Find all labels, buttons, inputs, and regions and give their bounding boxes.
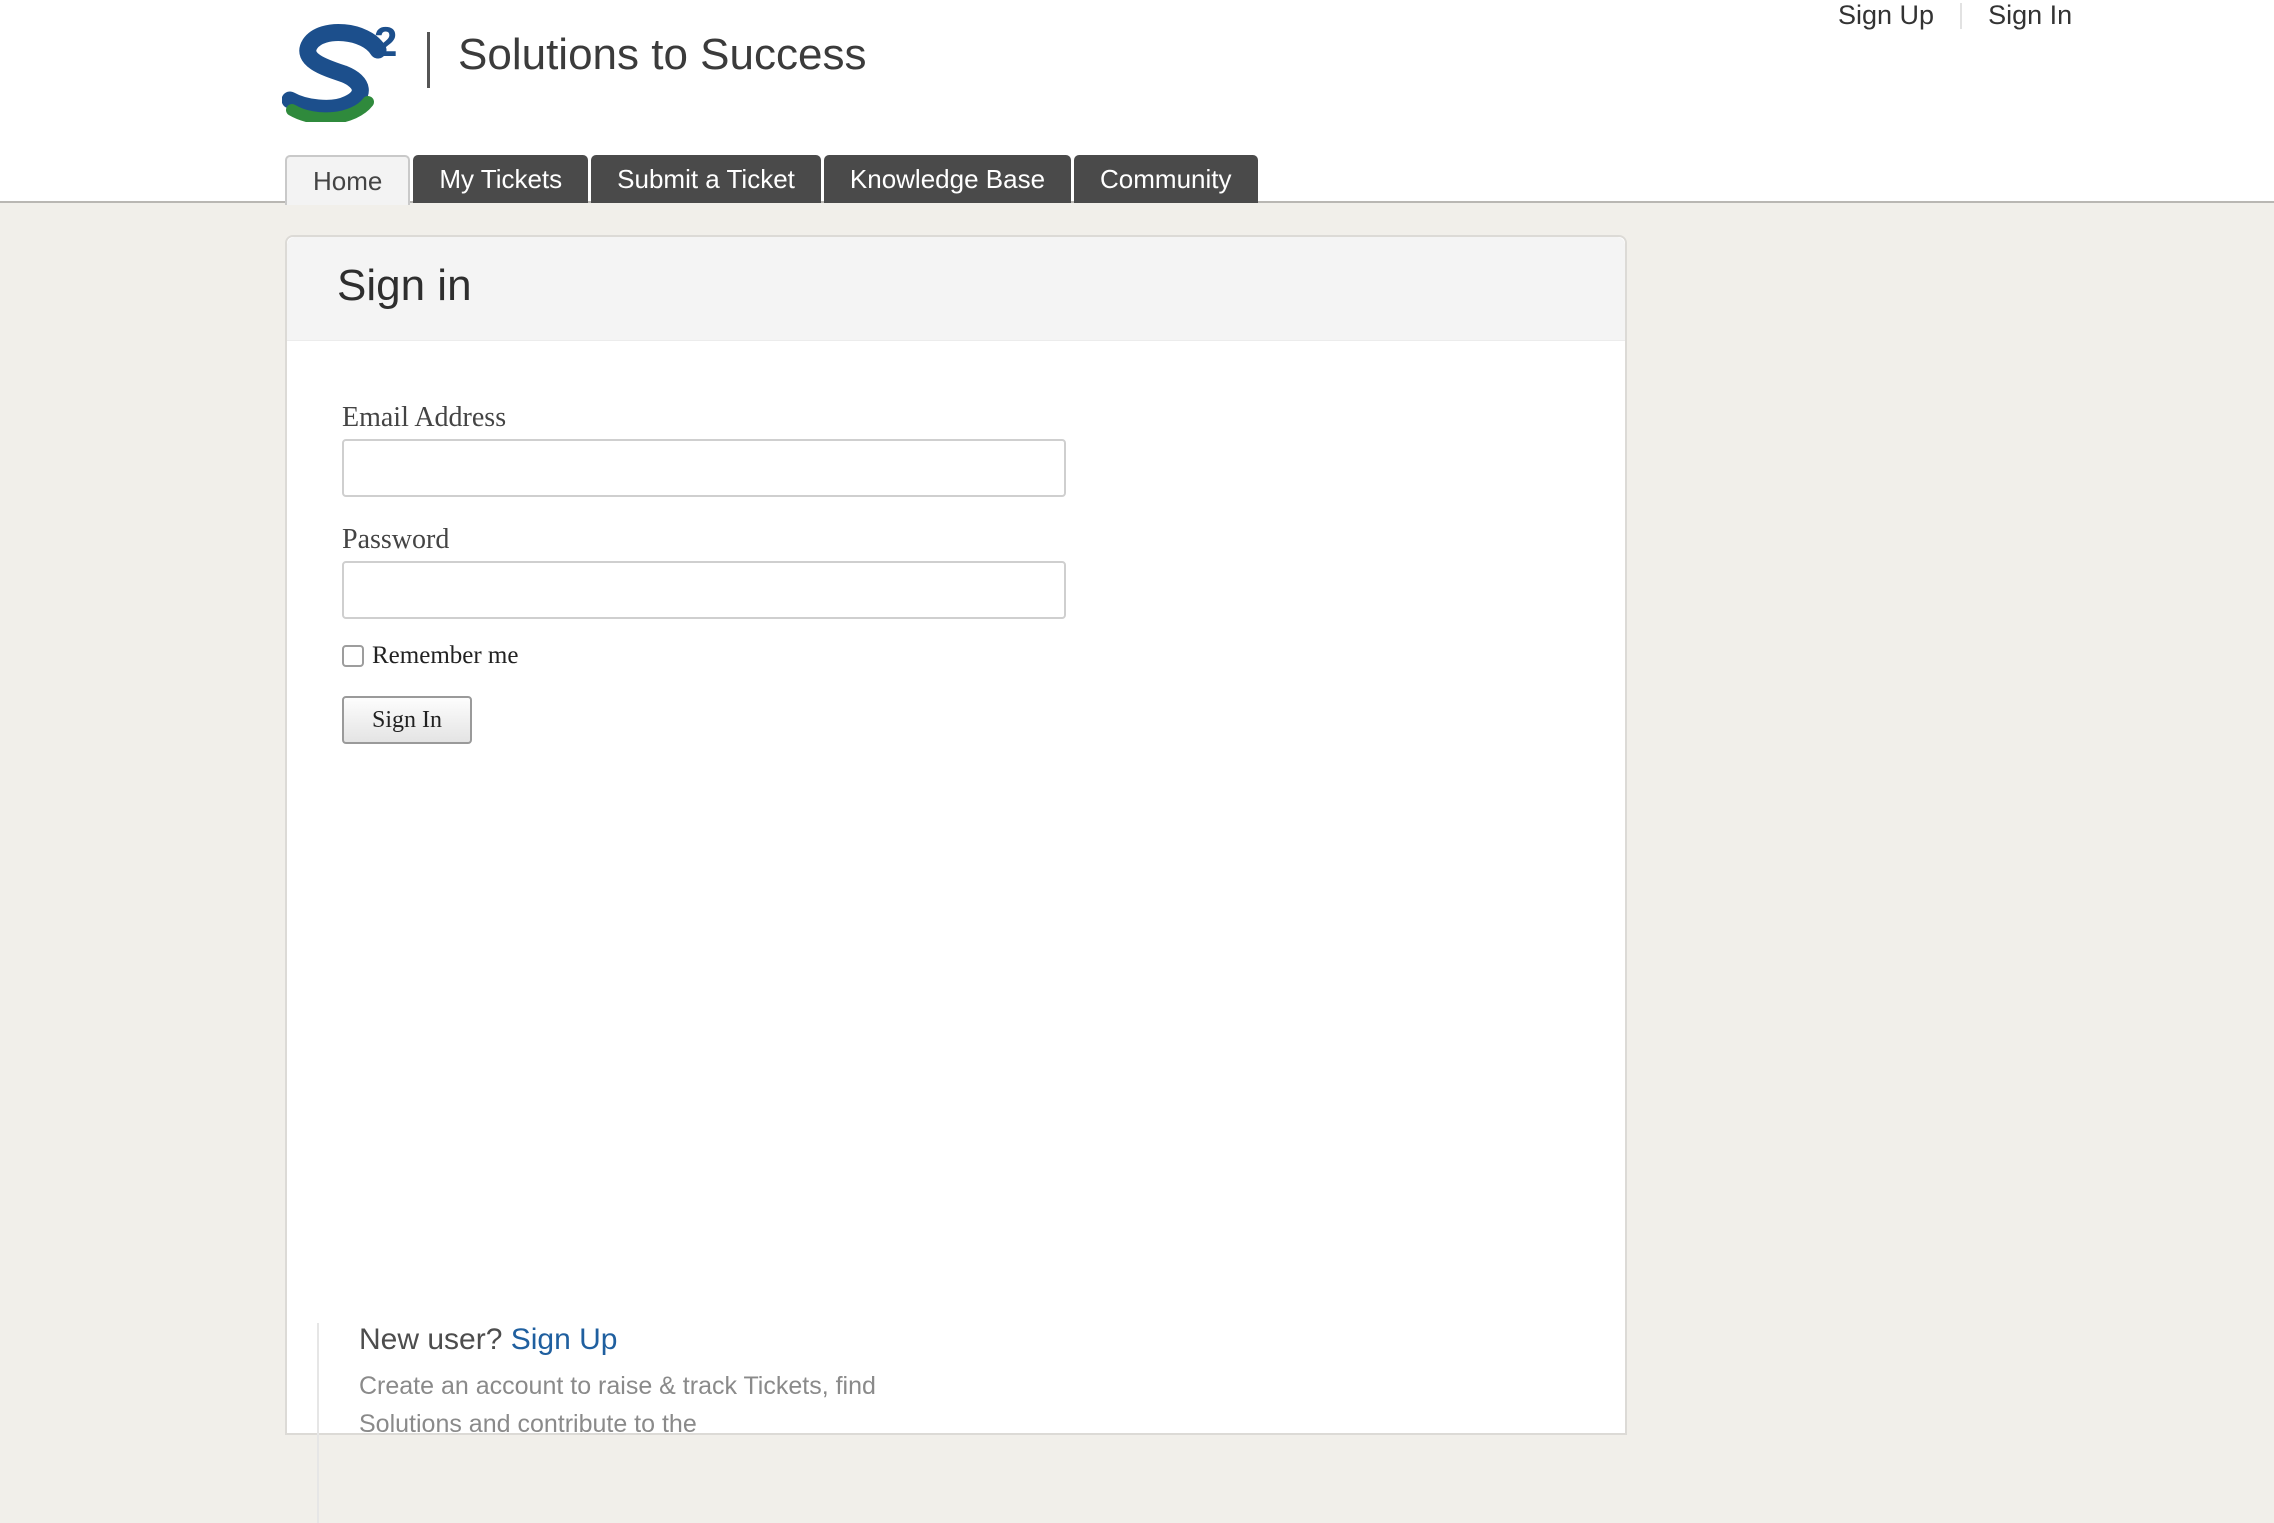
- top-signup-link[interactable]: Sign Up: [1838, 0, 1934, 31]
- top-signin-link[interactable]: Sign In: [1988, 0, 2072, 31]
- new-user-line: New user? Sign Up: [359, 1323, 879, 1357]
- new-user-prompt: New user?: [359, 1323, 503, 1356]
- tab-my-tickets[interactable]: My Tickets: [413, 155, 589, 203]
- top-links: Sign Up Sign In: [1838, 0, 2072, 31]
- tab-knowledge-base[interactable]: Knowledge Base: [823, 155, 1072, 203]
- signin-button[interactable]: Sign In: [342, 696, 472, 744]
- email-field[interactable]: [342, 439, 1066, 497]
- email-label: Email Address: [342, 402, 507, 433]
- new-user-section: New user? Sign Up Create an account to r…: [317, 1323, 879, 1523]
- site-title[interactable]: Solutions to Success: [458, 30, 866, 80]
- signin-panel-header: Sign in: [287, 237, 1625, 341]
- main-nav-tabs: Home My Tickets Submit a Ticket Knowledg…: [285, 155, 1261, 205]
- page-title: Sign in: [337, 261, 472, 310]
- signin-panel: Sign in Email Address Password Remember …: [285, 235, 1627, 1523]
- password-label: Password: [342, 524, 450, 555]
- site-header: 2 Solutions to Success Sign Up Sign In H…: [0, 0, 2274, 205]
- remember-me-checkbox[interactable]: [342, 645, 364, 667]
- top-links-divider: [1960, 2, 1963, 29]
- svg-text:2: 2: [374, 18, 397, 65]
- logo-divider: [427, 32, 430, 88]
- remember-me-label[interactable]: Remember me: [372, 642, 518, 670]
- new-user-description: Create an account to raise & track Ticke…: [359, 1372, 876, 1438]
- remember-me: Remember me: [342, 642, 518, 670]
- tab-submit-ticket[interactable]: Submit a Ticket: [591, 155, 821, 203]
- password-field[interactable]: [342, 561, 1066, 619]
- new-user-signup-link[interactable]: Sign Up: [511, 1323, 618, 1356]
- s2-logo-icon[interactable]: 2: [282, 16, 412, 122]
- tab-community[interactable]: Community: [1074, 155, 1258, 203]
- tab-home[interactable]: Home: [285, 155, 411, 205]
